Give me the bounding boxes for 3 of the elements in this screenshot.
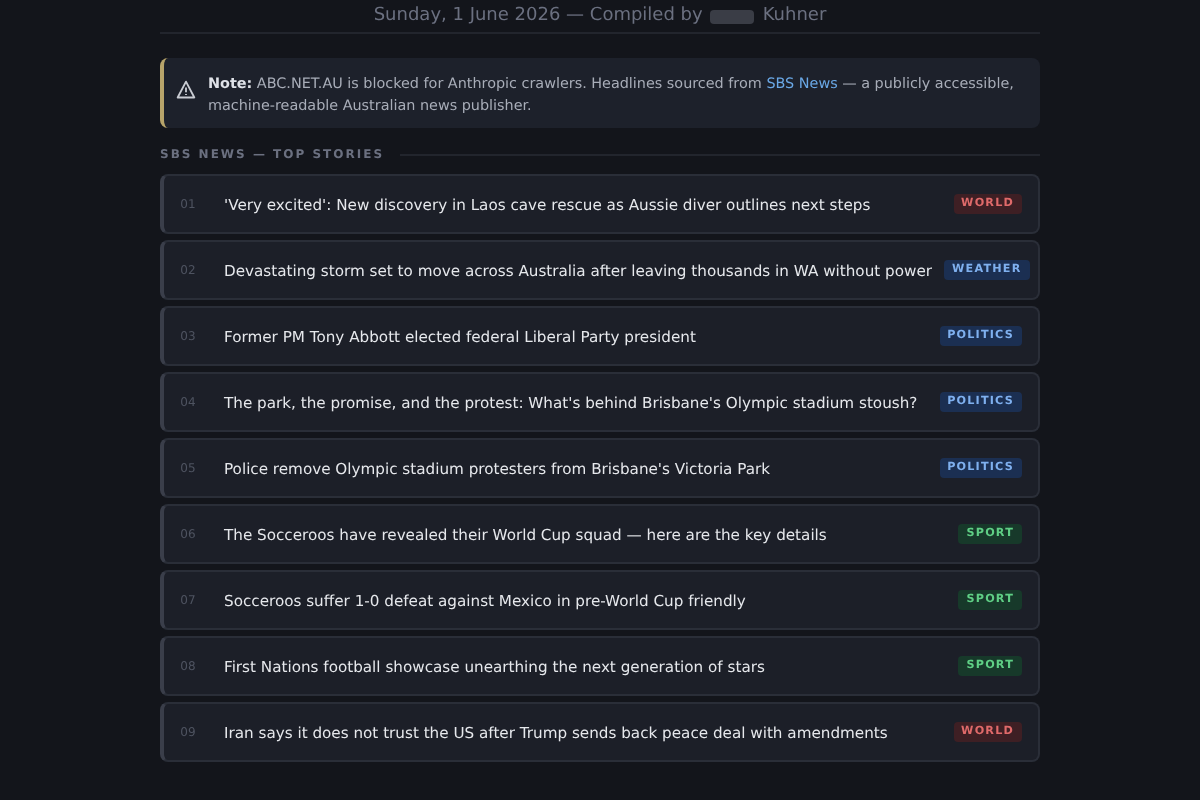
- author-name: Kuhner: [762, 6, 827, 26]
- warning-icon: [176, 80, 196, 100]
- date-line: Sunday, 1 June 2026 — Compiled by: [373, 6, 703, 26]
